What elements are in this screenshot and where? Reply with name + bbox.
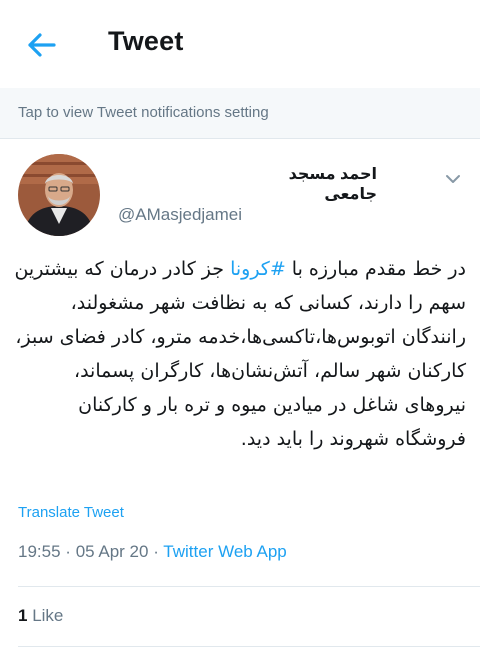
tweet-date: 05 Apr 20 <box>75 542 149 561</box>
translate-tweet-link[interactable]: Translate Tweet <box>18 504 124 521</box>
app-header: Tweet <box>0 0 480 88</box>
divider <box>18 646 480 647</box>
avatar-photo <box>18 154 100 236</box>
tweet-time: 19:55 <box>18 542 61 561</box>
banner-text: Tap to view Tweet notifications setting <box>18 104 269 121</box>
tweet-text: در خط مقدم مبارزه با #کرونا جز کادر درما… <box>14 252 466 456</box>
tweet-text-suffix: جز کادر درمان که بیشترین سهم را دارند، ک… <box>14 258 466 450</box>
author-handle[interactable]: @AMasjedjamei <box>118 205 242 225</box>
arrow-left-icon <box>28 33 56 57</box>
divider <box>18 586 480 587</box>
meta-separator: · <box>65 542 71 561</box>
notification-settings-banner[interactable]: Tap to view Tweet notifications setting <box>0 88 480 139</box>
tweet-detail-screen: Tweet Tap to view Tweet notifications se… <box>0 0 480 648</box>
like-count: 1 <box>18 606 28 625</box>
like-label: Like <box>32 606 64 625</box>
avatar[interactable] <box>18 154 100 236</box>
tweet-source-link[interactable]: Twitter Web App <box>163 542 286 561</box>
chevron-down-icon <box>446 175 460 183</box>
hashtag-link[interactable]: #کرونا <box>230 258 286 280</box>
tweet-metadata: 19:55 · 05 Apr 20 · Twitter Web App <box>18 542 287 562</box>
author-name[interactable]: احمد مسجد جامعی <box>240 164 377 204</box>
meta-separator: · <box>153 542 159 561</box>
page-title: Tweet <box>108 26 184 56</box>
tweet-text-prefix: در خط مقدم مبارزه با <box>285 258 466 280</box>
likes-count-button[interactable]: 1 Like <box>18 606 63 626</box>
tweet-options-button[interactable] <box>440 166 466 192</box>
back-button[interactable] <box>22 28 62 62</box>
